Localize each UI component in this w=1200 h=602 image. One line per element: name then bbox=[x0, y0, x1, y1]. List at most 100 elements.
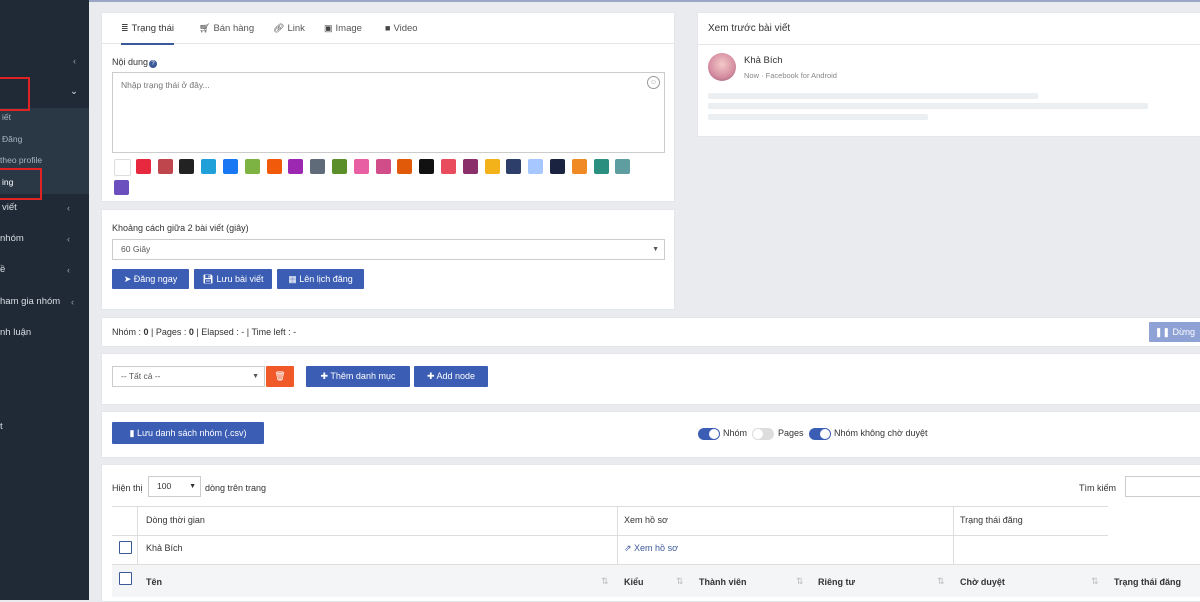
color-swatch[interactable] bbox=[353, 159, 369, 174]
sidebar-item-2-arrow[interactable]: ⌄ bbox=[70, 83, 78, 101]
content-label: Nội dung? bbox=[112, 57, 158, 68]
toggle-groups[interactable] bbox=[698, 428, 720, 440]
divider bbox=[137, 506, 138, 564]
pause-icon: ❚❚ bbox=[1154, 327, 1173, 337]
color-swatch[interactable] bbox=[135, 159, 151, 174]
color-swatch[interactable] bbox=[114, 159, 131, 176]
color-swatch[interactable] bbox=[615, 159, 631, 174]
col-type[interactable]: Kiểu bbox=[624, 577, 644, 587]
link-icon: 🔗︎ bbox=[273, 23, 285, 33]
sort-icon[interactable]: ⇅ bbox=[937, 576, 945, 587]
sort-icon[interactable]: ⇅ bbox=[601, 576, 609, 587]
send-icon: ➤ bbox=[123, 274, 134, 284]
color-swatch[interactable] bbox=[288, 159, 304, 174]
col-name[interactable]: Tên bbox=[146, 577, 162, 587]
color-swatch[interactable] bbox=[550, 159, 565, 174]
timeline-header: Dòng thời gian bbox=[146, 515, 205, 525]
color-swatch[interactable] bbox=[593, 159, 609, 174]
toggle-pages[interactable] bbox=[752, 428, 774, 440]
color-swatch[interactable] bbox=[506, 159, 522, 174]
save-csv-button[interactable]: ▮ Lưu danh sách nhóm (.csv) bbox=[112, 422, 264, 444]
placeholder-line bbox=[708, 103, 1148, 109]
toggle-no-approval[interactable] bbox=[809, 428, 831, 440]
add-node-button[interactable]: ✚ Add node bbox=[414, 366, 488, 387]
col-pending[interactable]: Chờ duyệt bbox=[960, 577, 1005, 587]
plus-icon: ✚ bbox=[426, 371, 437, 381]
divider bbox=[617, 506, 618, 564]
external-link-icon: ⇗ bbox=[624, 543, 635, 553]
profile-name: Khả Bích bbox=[146, 543, 183, 553]
color-swatch[interactable] bbox=[157, 159, 173, 174]
stop-button[interactable]: ❚❚ Dừng bbox=[1149, 322, 1200, 342]
preview-card: Xem trước bài viết Khả Bích Now · Facebo… bbox=[697, 12, 1200, 137]
delete-category-button[interactable]: 🗑︎ bbox=[266, 366, 294, 387]
add-category-button[interactable]: ✚ Thêm danh mục bbox=[306, 366, 410, 387]
search-input[interactable] bbox=[1125, 476, 1200, 497]
color-swatch[interactable] bbox=[179, 159, 195, 174]
trash-icon: 🗑︎ bbox=[274, 371, 286, 381]
sidebar-item-join-group[interactable]: ham gia nhóm ‹ bbox=[0, 293, 82, 311]
status-icon: ≣ bbox=[121, 23, 129, 33]
sidebar-item-viet[interactable]: viết ‹ bbox=[2, 199, 82, 217]
color-swatch[interactable] bbox=[571, 159, 587, 174]
chevron-down-icon: ⌄ bbox=[70, 86, 78, 97]
sidebar-item-last[interactable]: t bbox=[0, 418, 3, 436]
sidebar-item-nhom[interactable]: nhóm ‹ bbox=[0, 230, 82, 248]
tab-image[interactable]: ▣ Image bbox=[324, 13, 362, 43]
sidebar-subitem-1[interactable]: iết bbox=[2, 108, 11, 126]
preview-title: Xem trước bài viết bbox=[708, 23, 791, 34]
sidebar-subitem-2[interactable]: Đăng bbox=[2, 130, 22, 148]
placeholder-line bbox=[708, 93, 1038, 99]
color-swatch[interactable] bbox=[397, 159, 413, 174]
color-swatch[interactable] bbox=[310, 159, 326, 174]
select-all-checkbox[interactable] bbox=[119, 572, 132, 585]
color-swatch[interactable] bbox=[528, 159, 544, 174]
tab-video[interactable]: ■ Video bbox=[385, 13, 418, 43]
sidebar-subitem-4[interactable]: ing bbox=[2, 173, 13, 191]
color-swatch[interactable] bbox=[223, 159, 238, 174]
avatar bbox=[708, 53, 736, 81]
col-privacy[interactable]: Riêng tư bbox=[818, 577, 855, 587]
sort-icon[interactable]: ⇅ bbox=[1091, 576, 1099, 587]
color-swatch[interactable] bbox=[332, 159, 347, 174]
color-swatch[interactable] bbox=[244, 159, 260, 174]
sidebar-item-comment[interactable]: nh luận bbox=[0, 324, 31, 342]
view-profile-link[interactable]: ⇗ Xem hồ sơ bbox=[624, 543, 678, 554]
sort-icon[interactable]: ⇅ bbox=[796, 576, 804, 587]
col-post-status[interactable]: Trạng thái đăng bbox=[1114, 577, 1181, 587]
file-icon: ▮ bbox=[129, 428, 137, 438]
tab-link[interactable]: 🔗︎ Link bbox=[273, 13, 305, 43]
chevron-left-icon: ‹ bbox=[67, 234, 70, 244]
sidebar-item-de[interactable]: ề ‹ bbox=[0, 261, 82, 279]
emoji-icon[interactable]: ☺ bbox=[647, 76, 660, 89]
chevron-left-icon: ‹ bbox=[67, 203, 70, 213]
post-now-button[interactable]: ➤ Đăng ngay bbox=[112, 269, 189, 289]
category-select[interactable]: -- Tất cả -- ▼ bbox=[112, 366, 265, 387]
page-size-select[interactable]: 100 ▼ bbox=[148, 476, 201, 497]
color-swatch[interactable] bbox=[375, 159, 391, 174]
tab-divider bbox=[102, 43, 674, 44]
color-swatch[interactable] bbox=[201, 159, 217, 174]
row-checkbox[interactable] bbox=[119, 541, 132, 554]
top-border bbox=[89, 0, 1200, 2]
tab-status[interactable]: ≣ Trạng thái bbox=[121, 13, 174, 45]
composer-card: ≣ Trạng thái 🛒︎ Bán hàng 🔗︎ Link ▣ Image ■ Vi… bbox=[101, 12, 675, 202]
color-swatch[interactable] bbox=[266, 159, 282, 174]
sort-icon[interactable]: ⇅ bbox=[676, 576, 684, 587]
color-swatch[interactable] bbox=[419, 159, 435, 174]
color-swatch[interactable] bbox=[484, 159, 500, 174]
save-post-button[interactable]: 💾︎ Lưu bài viết bbox=[194, 269, 272, 289]
interval-select[interactable]: 60 Giây ▼ bbox=[112, 239, 665, 260]
content-textarea[interactable] bbox=[112, 72, 665, 153]
plus-icon: ✚ bbox=[320, 371, 331, 381]
save-icon: 💾︎ bbox=[202, 274, 217, 284]
calendar-icon: ▦ bbox=[288, 274, 300, 284]
color-swatch[interactable] bbox=[441, 159, 456, 174]
color-swatch[interactable] bbox=[462, 159, 478, 174]
col-members[interactable]: Thành viên bbox=[699, 577, 747, 587]
toggle-pages-label: Pages bbox=[778, 428, 804, 438]
tab-sales[interactable]: 🛒︎ Bán hàng bbox=[199, 13, 254, 43]
sidebar-subitem-3[interactable]: theo profile bbox=[0, 151, 42, 169]
color-swatch[interactable] bbox=[114, 180, 129, 195]
schedule-button[interactable]: ▦ Lên lịch đăng bbox=[277, 269, 364, 289]
